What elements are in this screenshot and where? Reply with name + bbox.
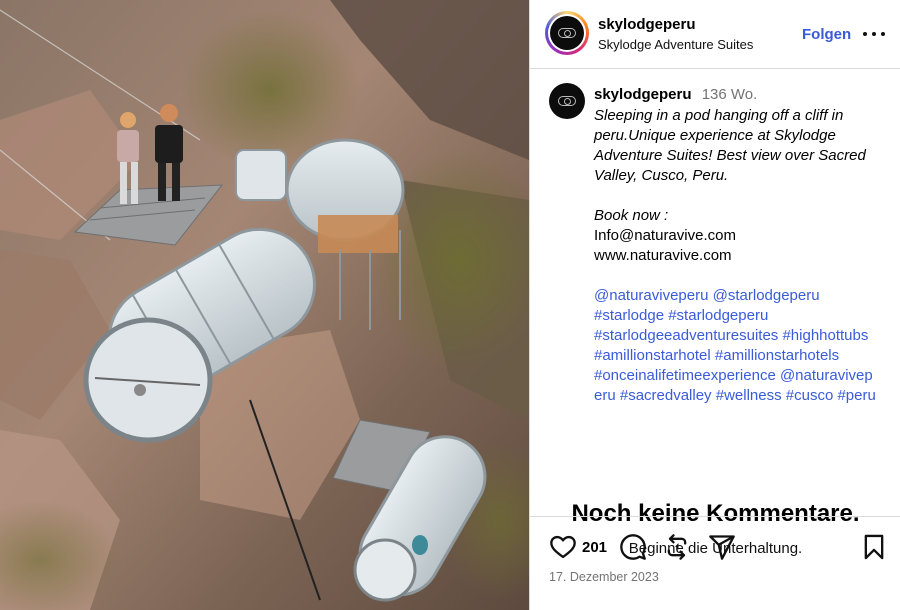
caption-line: Sleeping in a pod hanging off a cliff in [594, 107, 844, 124]
post-actions: 201 17. Dezember 2023 [530, 516, 900, 610]
booking-website: www.naturavive.com [594, 247, 732, 264]
caption-avatar[interactable] [549, 83, 585, 119]
caption-text: Sleeping in a pod hanging off a cliff in… [594, 106, 889, 406]
share-icon[interactable] [708, 533, 736, 561]
caption-time-ago[interactable]: 136 Wo. [702, 86, 758, 103]
hashtag-line[interactable]: #starlodge #starlodgeperu [594, 306, 889, 326]
cliff-pods-image [0, 0, 529, 610]
caption-header: skylodgeperu 136 Wo. [594, 86, 757, 103]
heart-icon[interactable] [549, 533, 577, 561]
header-username[interactable]: skylodgeperu [598, 16, 696, 33]
caption-line: Valley, Cusco, Peru. [594, 167, 729, 184]
more-options-icon[interactable] [863, 24, 885, 44]
post-photo[interactable] [0, 0, 529, 610]
skylodge-logo-icon [558, 96, 576, 106]
book-now-label: Book now : [594, 207, 669, 224]
caption-area: skylodgeperu 136 Wo. Sleeping in a pod h… [530, 70, 900, 557]
comment-icon[interactable] [619, 533, 647, 561]
post-date[interactable]: 17. Dezember 2023 [549, 570, 659, 584]
post-header: skylodgeperu Skylodge Adventure Suites F… [530, 0, 900, 69]
caption-username[interactable]: skylodgeperu [594, 86, 692, 103]
post-sidebar: skylodgeperu Skylodge Adventure Suites F… [529, 0, 900, 610]
like-count[interactable]: 201 [582, 539, 607, 556]
hashtag-line[interactable]: eru #sacredvalley #wellness #cusco #peru [594, 386, 889, 406]
booking-email: Info@naturavive.com [594, 227, 736, 244]
bookmark-icon[interactable] [860, 533, 888, 561]
follow-button[interactable]: Folgen [802, 26, 851, 43]
repost-icon[interactable] [663, 533, 691, 561]
caption-line: peru.Unique experience at Skylodge [594, 127, 836, 144]
hashtag-line[interactable]: @naturaviveperu @starlodgeperu [594, 286, 889, 306]
header-avatar[interactable] [545, 11, 589, 55]
hashtag-line[interactable]: #starlodgeeadventuresuites #highhottubs [594, 326, 889, 346]
caption-line: Adventure Suites! Best view over Sacred [594, 147, 866, 164]
header-subtitle[interactable]: Skylodge Adventure Suites [598, 37, 753, 52]
hashtag-line[interactable]: #onceinalifetimeexperience @naturavivep [594, 366, 889, 386]
hashtag-line[interactable]: #amillionstarhotel #amillionstarhotels [594, 346, 889, 366]
skylodge-logo-icon [558, 28, 576, 38]
